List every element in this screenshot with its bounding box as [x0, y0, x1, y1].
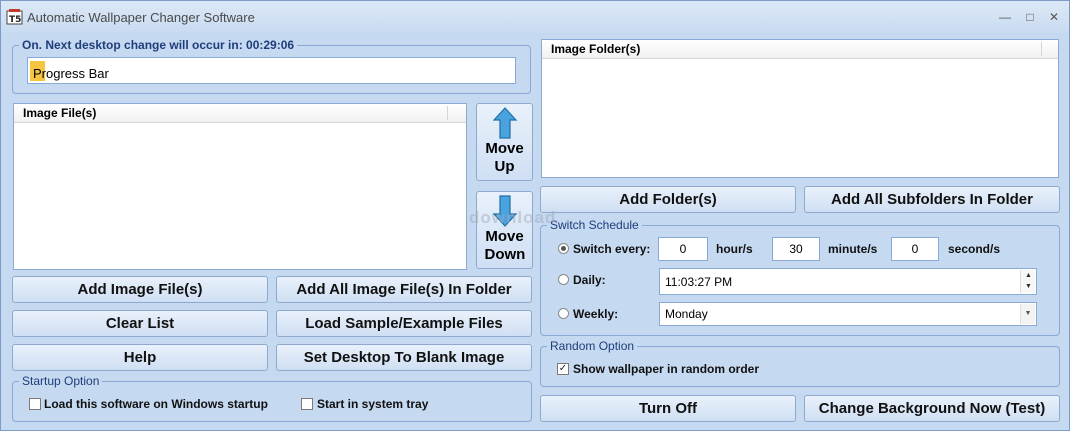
- weekly-day-select[interactable]: Monday ▼: [659, 302, 1037, 326]
- minutes-unit-label: minute/s: [828, 242, 878, 256]
- add-all-subfolders-button[interactable]: Add All Subfolders In Folder: [804, 186, 1060, 213]
- start-in-tray-label[interactable]: Start in system tray: [317, 397, 428, 411]
- minimize-button[interactable]: —: [993, 7, 1017, 27]
- switch-every-label[interactable]: Switch every:: [573, 242, 650, 256]
- startup-option-title: Startup Option: [19, 374, 103, 388]
- seconds-input[interactable]: 0: [891, 237, 939, 261]
- move-up-button[interactable]: Move Up: [476, 103, 533, 181]
- add-image-files-button[interactable]: Add Image File(s): [12, 276, 268, 303]
- add-all-files-in-folder-button[interactable]: Add All Image File(s) In Folder: [276, 276, 532, 303]
- daily-time-value: 11:03:27 PM: [665, 275, 733, 289]
- header-separator: [1041, 42, 1042, 56]
- minutes-input[interactable]: 30: [772, 237, 820, 261]
- load-sample-files-button[interactable]: Load Sample/Example Files: [276, 310, 532, 337]
- svg-text:T5: T5: [9, 15, 21, 25]
- hours-unit-label: hour/s: [716, 242, 753, 256]
- set-blank-desktop-button[interactable]: Set Desktop To Blank Image: [276, 344, 532, 371]
- load-on-startup-label[interactable]: Load this software on Windows startup: [44, 397, 268, 411]
- image-files-header-label: Image File(s): [23, 106, 97, 120]
- close-button[interactable]: ✕: [1042, 7, 1066, 27]
- move-down-button[interactable]: Move Down: [476, 191, 533, 269]
- next-change-status: On. Next desktop change will occur in: 0…: [19, 38, 298, 52]
- daily-time-picker[interactable]: 11:03:27 PM ▲ ▼: [659, 268, 1037, 295]
- change-background-now-button[interactable]: Change Background Now (Test): [804, 395, 1060, 422]
- image-folders-header-label: Image Folder(s): [551, 42, 641, 56]
- weekly-day-value: Monday: [665, 307, 708, 321]
- switch-every-radio[interactable]: [558, 243, 569, 254]
- daily-radio[interactable]: [558, 274, 569, 285]
- random-order-checkbox[interactable]: ✓: [557, 363, 569, 375]
- image-files-list[interactable]: Image File(s): [13, 103, 467, 270]
- clear-list-button[interactable]: Clear List: [12, 310, 268, 337]
- load-on-startup-checkbox[interactable]: [29, 398, 41, 410]
- random-option-title: Random Option: [547, 339, 638, 353]
- progress-bar: Progress Bar: [27, 57, 516, 84]
- daily-label[interactable]: Daily:: [573, 273, 606, 287]
- switch-schedule-title: Switch Schedule: [547, 218, 642, 232]
- progress-text: Progress Bar: [33, 66, 109, 81]
- watermark: download: [469, 208, 557, 227]
- spin-down-icon[interactable]: ▼: [1021, 281, 1036, 292]
- turn-off-button[interactable]: Turn Off: [540, 395, 796, 422]
- weekly-radio[interactable]: [558, 308, 569, 319]
- header-separator: [447, 106, 448, 120]
- weekly-label[interactable]: Weekly:: [573, 307, 618, 321]
- random-order-label[interactable]: Show wallpaper in random order: [573, 362, 759, 376]
- image-files-header[interactable]: Image File(s): [14, 104, 466, 123]
- time-spinner[interactable]: ▲ ▼: [1020, 270, 1035, 293]
- move-up-label: Move Up: [485, 140, 524, 175]
- seconds-unit-label: second/s: [948, 242, 1001, 256]
- add-folders-button[interactable]: Add Folder(s): [540, 186, 796, 213]
- hours-input[interactable]: 0: [658, 237, 708, 261]
- app-window: T5 Automatic Wallpaper Changer Software …: [0, 0, 1070, 431]
- start-in-tray-checkbox[interactable]: [301, 398, 313, 410]
- move-down-label: Move Down: [484, 228, 526, 263]
- spin-up-icon[interactable]: ▲: [1021, 270, 1036, 281]
- title-bar: T5 Automatic Wallpaper Changer Software …: [1, 1, 1069, 33]
- arrow-up-icon: [492, 107, 517, 139]
- app-icon: T5: [6, 9, 23, 25]
- chevron-down-icon[interactable]: ▼: [1020, 304, 1035, 324]
- help-button[interactable]: Help: [12, 344, 268, 371]
- image-folders-list[interactable]: Image Folder(s): [541, 39, 1059, 178]
- maximize-button[interactable]: □: [1018, 7, 1042, 27]
- image-folders-header[interactable]: Image Folder(s): [542, 40, 1058, 59]
- window-title: Automatic Wallpaper Changer Software: [27, 10, 255, 25]
